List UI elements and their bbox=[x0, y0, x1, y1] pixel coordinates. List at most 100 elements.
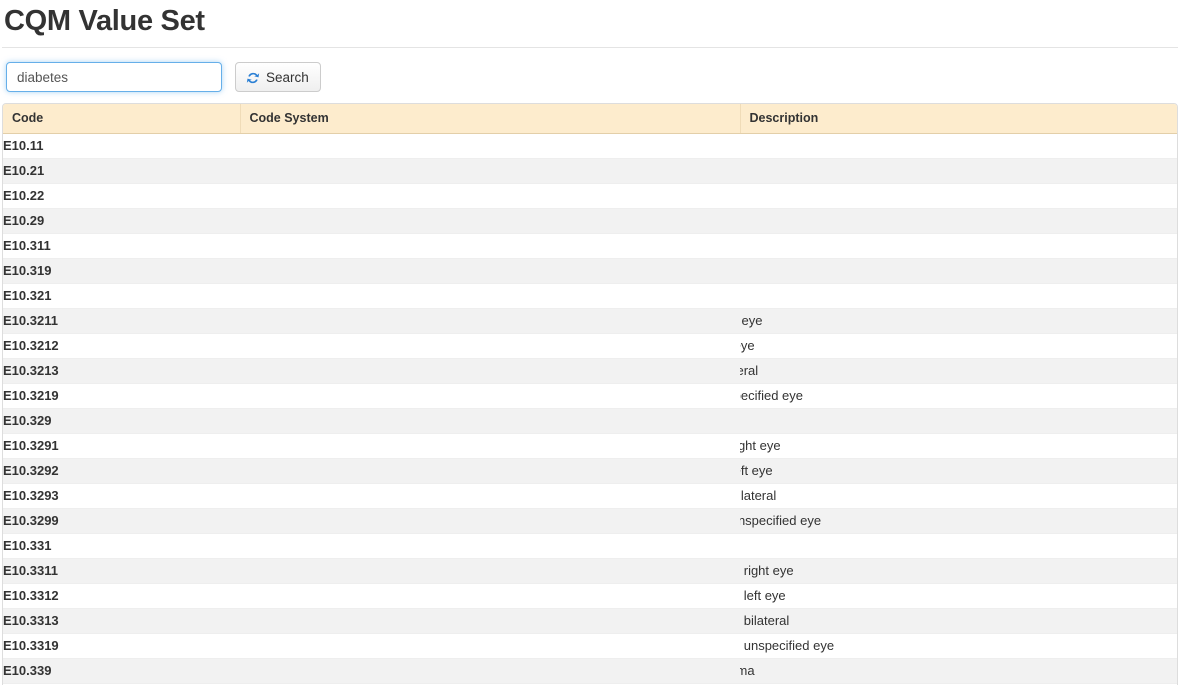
cell-code-system-text: ICD10CM bbox=[240, 514, 740, 528]
cell-code: E10.319 bbox=[3, 258, 240, 284]
cell-description-text: Type 1 diabetes mellitus with ketoacidos… bbox=[740, 139, 1177, 153]
cell-code-system: ICD10CM bbox=[240, 233, 740, 259]
table-row[interactable]: E10.3299ICD10CMType 1 diabetes mellitus … bbox=[3, 508, 1177, 534]
table-row[interactable]: E10.339ICD10CMType 1 diabetes mellitus w… bbox=[3, 658, 1177, 684]
cell-description-text: Type 1 diabetes mellitus with moderate n… bbox=[740, 563, 794, 578]
cell-code-system-text: ICD10CM bbox=[240, 364, 740, 378]
cell-code-system: ICD10CM bbox=[240, 208, 740, 234]
cell-description: Type 1 diabetes mellitus with mild nonpr… bbox=[740, 308, 1177, 334]
table-row[interactable]: E10.3211ICD10CMType 1 diabetes mellitus … bbox=[3, 308, 1177, 334]
table-row[interactable]: E10.21ICD10CMType 1 diabetes mellitus wi… bbox=[3, 158, 1177, 184]
cell-description: Type 1 diabetes mellitus with mild nonpr… bbox=[740, 283, 1177, 309]
cell-code: E10.321 bbox=[3, 283, 240, 309]
cell-description: Type 1 diabetes mellitus with unspecifie… bbox=[740, 233, 1177, 259]
table-row[interactable]: E10.11ICD10CMType 1 diabetes mellitus wi… bbox=[3, 133, 1177, 159]
cell-code: E10.3292 bbox=[3, 458, 240, 484]
cell-description: Type 1 diabetes mellitus with diabetic n… bbox=[740, 158, 1177, 184]
cell-code-system: ICD10CM bbox=[240, 533, 740, 559]
cell-description-text: Type 1 diabetes mellitus with mild nonpr… bbox=[740, 513, 822, 528]
cell-description-text: Type 1 diabetes mellitus with mild nonpr… bbox=[740, 388, 803, 403]
table-row[interactable]: E10.3311ICD10CMType 1 diabetes mellitus … bbox=[3, 558, 1177, 584]
cell-description: Type 1 diabetes mellitus with mild nonpr… bbox=[740, 483, 1177, 509]
cell-code-system: ICD10CM bbox=[240, 358, 740, 384]
cell-code-system-text: ICD10CM bbox=[240, 614, 740, 628]
cell-code-system-text: ICD10CM bbox=[240, 464, 740, 478]
cell-code-system: ICD10CM bbox=[240, 133, 740, 159]
cell-description-text: Type 1 diabetes mellitus with diabetic n… bbox=[740, 164, 1177, 178]
table-row[interactable]: E10.319ICD10CMType 1 diabetes mellitus w… bbox=[3, 258, 1177, 284]
cell-description-text: Type 1 diabetes mellitus with moderate n… bbox=[740, 588, 786, 603]
cell-description: Type 1 diabetes mellitus with mild nonpr… bbox=[740, 333, 1177, 359]
cell-code: E10.3219 bbox=[3, 383, 240, 409]
cell-code: E10.3311 bbox=[3, 558, 240, 584]
cell-code-system: ICD10CM bbox=[240, 658, 740, 684]
cell-description-text: Type 1 diabetes mellitus with unspecifie… bbox=[740, 264, 1177, 278]
cell-description-text: Type 1 diabetes mellitus with other diab… bbox=[740, 214, 1177, 228]
cell-code-system-text: ICD10CM bbox=[240, 164, 740, 178]
table-header-row: Code Code System Description bbox=[3, 104, 1177, 134]
table-row[interactable]: E10.3212ICD10CMType 1 diabetes mellitus … bbox=[3, 333, 1177, 359]
cell-description: Type 1 diabetes mellitus with mild nonpr… bbox=[740, 458, 1177, 484]
table-header: Code Code System Description bbox=[3, 104, 1177, 134]
cell-code-system: ICD10CM bbox=[240, 433, 740, 459]
cell-description-text: Type 1 diabetes mellitus with unspecifie… bbox=[740, 239, 1177, 253]
table-row[interactable]: E10.29ICD10CMType 1 diabetes mellitus wi… bbox=[3, 208, 1177, 234]
table-row[interactable]: E10.3312ICD10CMType 1 diabetes mellitus … bbox=[3, 583, 1177, 609]
results-table-container: Code Code System Description E10.11ICD10… bbox=[2, 103, 1178, 685]
table-row[interactable]: E10.329ICD10CMType 1 diabetes mellitus w… bbox=[3, 408, 1177, 434]
column-header-code[interactable]: Code bbox=[3, 104, 241, 134]
table-body: E10.11ICD10CMType 1 diabetes mellitus wi… bbox=[3, 133, 1177, 685]
cell-code: E10.21 bbox=[3, 158, 240, 184]
table-row[interactable]: E10.3293ICD10CMType 1 diabetes mellitus … bbox=[3, 483, 1177, 509]
table-row[interactable]: E10.3319ICD10CMType 1 diabetes mellitus … bbox=[3, 633, 1177, 659]
cell-code-system-text: ICD10CM bbox=[240, 439, 740, 453]
column-header-code-system[interactable]: Code System bbox=[240, 104, 741, 134]
table-row[interactable]: E10.331ICD10CMType 1 diabetes mellitus w… bbox=[3, 533, 1177, 559]
cell-code-system: ICD10CM bbox=[240, 458, 740, 484]
cell-description-text: Type 1 diabetes mellitus with mild nonpr… bbox=[740, 438, 781, 453]
table-row[interactable]: E10.311ICD10CMType 1 diabetes mellitus w… bbox=[3, 233, 1177, 259]
cell-description: Type 1 diabetes mellitus with moderate n… bbox=[740, 558, 1177, 584]
cell-code-system: ICD10CM bbox=[240, 183, 740, 209]
table-row[interactable]: E10.3313ICD10CMType 1 diabetes mellitus … bbox=[3, 608, 1177, 634]
cell-code: E10.3213 bbox=[3, 358, 240, 384]
cell-code-system: ICD10CM bbox=[240, 408, 740, 434]
cell-description: Type 1 diabetes mellitus with moderate n… bbox=[740, 658, 1177, 684]
cell-code-system: ICD10CM bbox=[240, 583, 740, 609]
table-row[interactable]: E10.22ICD10CMType 1 diabetes mellitus wi… bbox=[3, 183, 1177, 209]
search-button[interactable]: Search bbox=[235, 62, 321, 92]
cell-code-system-text: ICD10CM bbox=[240, 289, 740, 303]
cell-description-text: Type 1 diabetes mellitus with mild nonpr… bbox=[740, 488, 777, 503]
cell-code-system-text: ICD10CM bbox=[240, 189, 740, 203]
cell-description-text: Type 1 diabetes mellitus with mild nonpr… bbox=[740, 289, 1177, 303]
table-row[interactable]: E10.3291ICD10CMType 1 diabetes mellitus … bbox=[3, 433, 1177, 459]
cell-description: Type 1 diabetes mellitus with mild nonpr… bbox=[740, 433, 1177, 459]
cell-code-system-text: ICD10CM bbox=[240, 264, 740, 278]
table-row[interactable]: E10.3213ICD10CMType 1 diabetes mellitus … bbox=[3, 358, 1177, 384]
cell-description: Type 1 diabetes mellitus with moderate n… bbox=[740, 533, 1177, 559]
cell-code-system-text: ICD10CM bbox=[240, 314, 740, 328]
cell-description-text: Type 1 diabetes mellitus with mild nonpr… bbox=[740, 463, 773, 478]
cell-code-system: ICD10CM bbox=[240, 608, 740, 634]
cell-description: Type 1 diabetes mellitus with moderate n… bbox=[740, 633, 1177, 659]
cell-description: Type 1 diabetes mellitus with moderate n… bbox=[740, 608, 1177, 634]
table-row[interactable]: E10.3292ICD10CMType 1 diabetes mellitus … bbox=[3, 458, 1177, 484]
cell-code-system: ICD10CM bbox=[240, 283, 740, 309]
cell-code-system-text: ICD10CM bbox=[240, 214, 740, 228]
search-button-label: Search bbox=[266, 69, 309, 85]
cell-code: E10.3211 bbox=[3, 308, 240, 334]
cell-code: E10.3313 bbox=[3, 608, 240, 634]
search-input[interactable] bbox=[6, 62, 222, 92]
cell-description: Type 1 diabetes mellitus with ketoacidos… bbox=[740, 133, 1177, 159]
cell-code: E10.311 bbox=[3, 233, 240, 259]
cell-code: E10.22 bbox=[3, 183, 240, 209]
table-row[interactable]: E10.3219ICD10CMType 1 diabetes mellitus … bbox=[3, 383, 1177, 409]
table-row[interactable]: E10.321ICD10CMType 1 diabetes mellitus w… bbox=[3, 283, 1177, 309]
cell-code-system-text: ICD10CM bbox=[240, 414, 740, 428]
column-header-description[interactable]: Description bbox=[740, 104, 1177, 134]
cell-code: E10.3291 bbox=[3, 433, 240, 459]
cell-code-system-text: ICD10CM bbox=[240, 589, 740, 603]
cell-code: E10.3319 bbox=[3, 633, 240, 659]
cell-code-system: ICD10CM bbox=[240, 308, 740, 334]
cell-code-system: ICD10CM bbox=[240, 383, 740, 409]
